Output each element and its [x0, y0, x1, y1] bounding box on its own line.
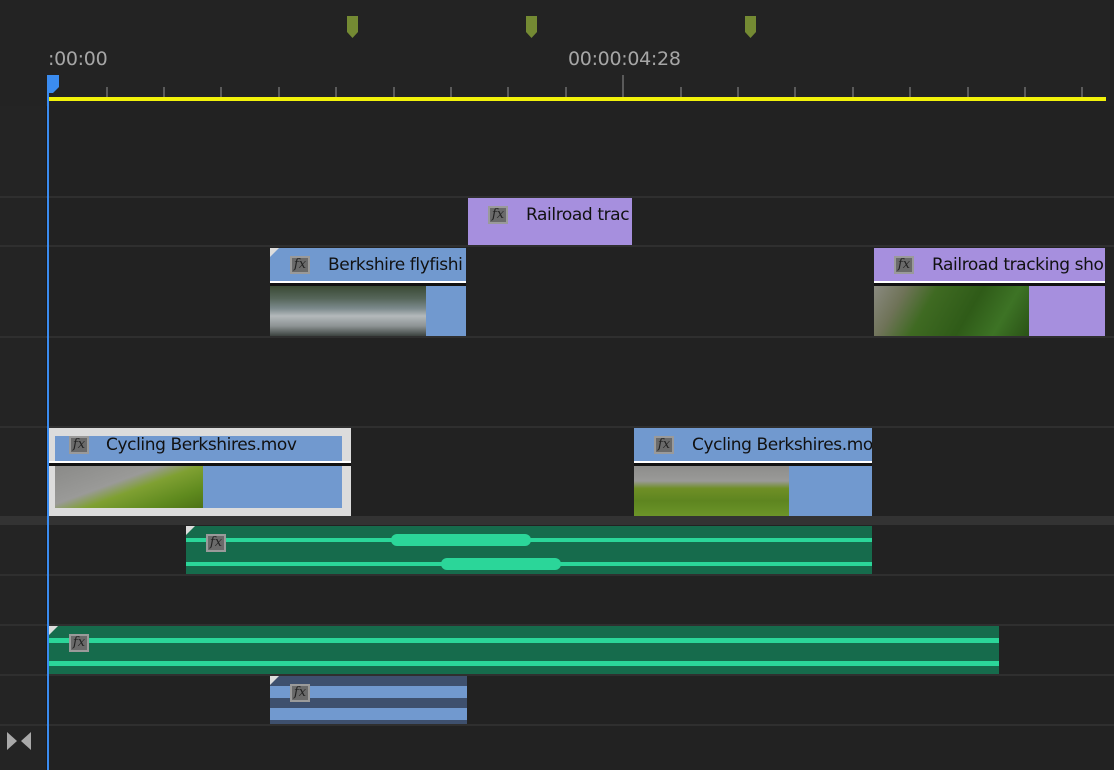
ruler-tick: [909, 87, 911, 97]
video-clip-berkshire-flyfishing[interactable]: fx Berkshire flyfishi: [270, 248, 466, 336]
ruler-tick: [1024, 87, 1026, 97]
ruler-tick: [1081, 87, 1083, 97]
clip-thumbnail-aerial: [874, 286, 1029, 336]
ruler-tick: [622, 75, 624, 97]
ruler-tick: [565, 87, 567, 97]
ruler-tick: [278, 87, 280, 97]
ruler-tick: [106, 87, 108, 97]
clip-thumbnail-cyclists: [55, 466, 203, 508]
track-divider: [0, 574, 1114, 576]
sequence-timeline: :00:00 00:00:04:28 fx Railroad trac fx B…: [0, 0, 1114, 770]
track-divider: [0, 724, 1114, 726]
track-divider: [0, 245, 1114, 247]
playhead-line[interactable]: [47, 86, 49, 770]
clip-label: Cycling Berkshires.mo: [692, 435, 872, 455]
fx-badge-icon[interactable]: fx: [69, 634, 89, 652]
fx-badge-icon[interactable]: fx: [488, 206, 508, 224]
ruler-tick: [393, 87, 395, 97]
audio-clip-2[interactable]: fx: [49, 626, 999, 674]
clip-thumbnail-river: [270, 286, 426, 336]
timeline-marker[interactable]: [745, 16, 756, 38]
clip-corner-icon: [270, 248, 279, 257]
timeline-marker[interactable]: [347, 16, 358, 38]
video-clip-railroad[interactable]: fx Railroad trac: [468, 198, 632, 245]
clip-label: Railroad tracking sho: [932, 255, 1104, 275]
video-clip-cycling-selected[interactable]: fx Cycling Berkshires.mov: [49, 428, 351, 516]
ruler-tick: [737, 87, 739, 97]
video-clip-railroad-tracking[interactable]: fx Railroad tracking sho: [874, 248, 1105, 336]
fx-badge-icon[interactable]: fx: [69, 436, 89, 454]
clip-label: Berkshire flyfishi: [328, 255, 463, 275]
ruler-tick: [220, 87, 222, 97]
ruler-tick: [450, 87, 452, 97]
fx-badge-icon[interactable]: fx: [894, 256, 914, 274]
ruler-timecode: :00:00: [48, 48, 108, 70]
ruler-tick: [852, 87, 854, 97]
ruler-tick: [794, 87, 796, 97]
fx-badge-icon[interactable]: fx: [206, 534, 226, 552]
ruler-tick: [335, 87, 337, 97]
clip-corner-icon: [270, 676, 279, 685]
clip-corner-icon: [186, 526, 195, 535]
clip-thumbnail-cyclists: [634, 466, 789, 516]
video-clip-cycling[interactable]: fx Cycling Berkshires.mo: [634, 428, 872, 516]
track-divider: [0, 336, 1114, 338]
ruler-tick: [163, 87, 165, 97]
timeline-marker[interactable]: [526, 16, 537, 38]
work-area-bar[interactable]: [49, 97, 1106, 101]
playhead-handle[interactable]: [47, 75, 59, 93]
ruler-tick: [507, 87, 509, 97]
ruler-tick: [680, 87, 682, 97]
audio-clip-3[interactable]: fx: [270, 676, 467, 724]
clip-corner-icon: [49, 626, 58, 635]
video-audio-separator[interactable]: [0, 516, 1114, 525]
clip-label: Railroad trac: [526, 205, 630, 225]
track-divider: [0, 674, 1114, 676]
fx-badge-icon[interactable]: fx: [290, 684, 310, 702]
clip-label: Cycling Berkshires.mov: [106, 435, 297, 455]
track-header-column: [0, 0, 46, 770]
ruler-timecode: 00:00:04:28: [568, 48, 681, 70]
ruler-tick: [967, 87, 969, 97]
fx-badge-icon[interactable]: fx: [290, 256, 310, 274]
fx-badge-icon[interactable]: fx: [654, 436, 674, 454]
time-ruler[interactable]: :00:00 00:00:04:28: [0, 0, 1114, 106]
zoom-to-fit-icon[interactable]: [7, 731, 31, 751]
audio-clip-1[interactable]: fx: [186, 526, 872, 574]
